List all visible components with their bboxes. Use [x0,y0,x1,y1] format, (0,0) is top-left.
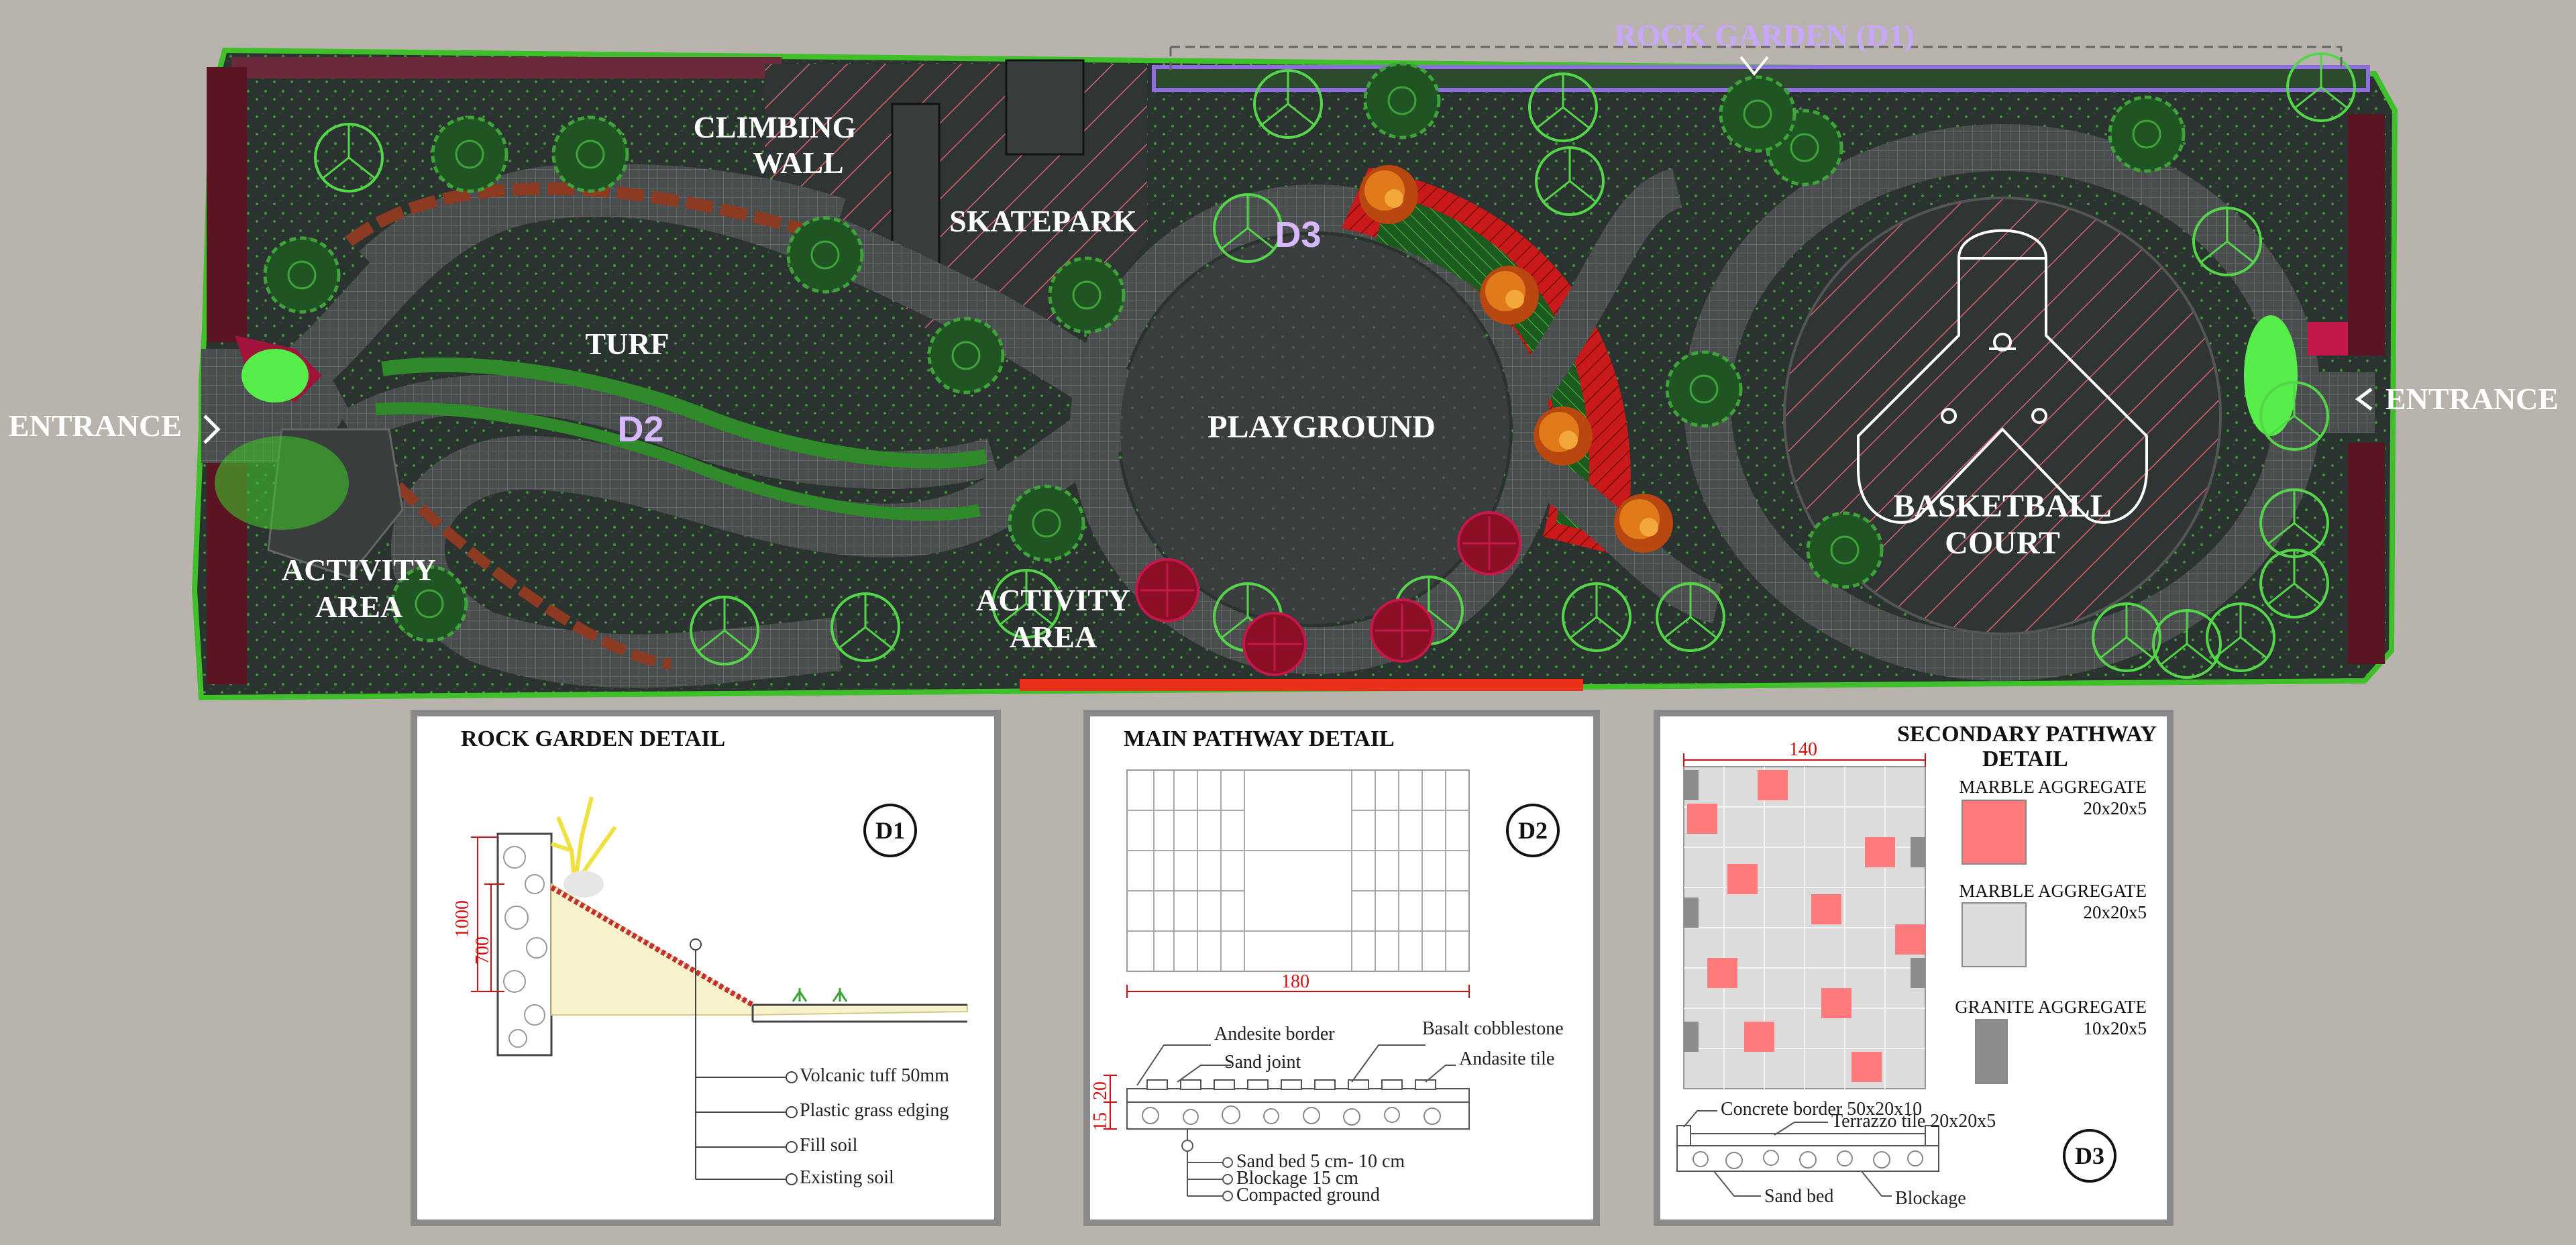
activity-area-left-label-2: AREA [315,590,402,624]
legend-marble-light-name: MARBLE AGGREGATE [1959,881,2147,901]
dim-180: 180 [1281,971,1309,992]
note-volcanic-tuff: Volcanic tuff 50mm [800,1065,949,1086]
note-plastic-grass-edging: Plastic grass edging [800,1100,949,1121]
main-pathway-plan-section [1104,769,1470,1201]
skatepark-label: SKATEPARK [949,204,1137,238]
turf-label: TURF [585,327,669,361]
playground-label: PLAYGROUND [1208,409,1436,445]
rock-garden-section [471,796,968,1185]
activity-area-mid-label-2: AREA [1010,620,1097,654]
detail-tag-d1: D1 [863,804,917,857]
label-andesite-tile: Andasite tile [1459,1048,1555,1069]
secondary-pathway-title-2: DETAIL [1982,747,2068,771]
legend-granite-name: GRANITE AGGREGATE [1955,997,2147,1017]
dim-15: 15 [1090,1112,1111,1131]
rock-garden-label: ROCK GARDEN (D1) [1614,18,1914,52]
label-blockage: Blockage [1895,1188,1966,1209]
dim-20: 20 [1090,1081,1111,1100]
label-basalt-cobblestone: Basalt cobblestone [1422,1018,1564,1039]
secondary-pathway-title: SECONDARY PATHWAY [1896,722,2157,747]
detail-tag-d2: D2 [1506,804,1560,857]
secondary-pathway-detail-panel: SECONDARY PATHWAY DETAIL 140 MARBLE AGGR… [1654,710,2174,1226]
marker-d3: D3 [1275,215,1321,255]
dim-1000: 1000 [452,900,473,938]
label-sand-joint: Sand joint [1224,1052,1301,1073]
basketball-court-label: BASKETBALL [1893,488,2111,524]
rock-garden-detail-title: ROCK GARDEN DETAIL [461,726,726,751]
label-sand-bed: Sand bed [1764,1186,1834,1207]
marker-d2: D2 [617,409,663,449]
dim-140: 140 [1789,739,1817,760]
main-pathway-detail-title: MAIN PATHWAY DETAIL [1124,726,1395,751]
legend-marble-pink-size: 20x20x5 [2083,798,2147,818]
entrance-right-label: ENTRANCE [2385,382,2559,416]
rock-garden-detail-panel: ROCK GARDEN DETAIL D1 1000 700 Volcanic … [411,710,1001,1226]
activity-area-left-label: ACTIVITY [282,553,436,587]
main-pathway-detail-panel: MAIN PATHWAY DETAIL D2 180 15 20 Andesit… [1083,710,1600,1226]
note-compacted-ground: Compacted ground [1236,1185,1380,1205]
legend-marble-light-size: 20x20x5 [2083,902,2147,922]
label-terrazzo-tile: Terrazzo tile 20x20x5 [1831,1111,1996,1132]
legend-granite-size: 10x20x5 [2083,1018,2147,1038]
detail-tag-d3: D3 [2063,1129,2116,1183]
note-fill-soil: Fill soil [800,1135,858,1156]
activity-area-mid-label: ACTIVITY [976,583,1130,617]
climbing-wall-label: CLIMBING [694,110,857,144]
label-andesite-border: Andesite border [1214,1024,1335,1044]
climbing-wall-label-2: WALL [753,146,843,180]
dim-700: 700 [472,936,493,965]
note-existing-soil: Existing soil [800,1167,894,1188]
basketball-court-label-2: COURT [1945,525,2060,561]
entrance-left-label: ENTRANCE [9,409,182,443]
legend-marble-pink-name: MARBLE AGGREGATE [1959,777,2147,797]
